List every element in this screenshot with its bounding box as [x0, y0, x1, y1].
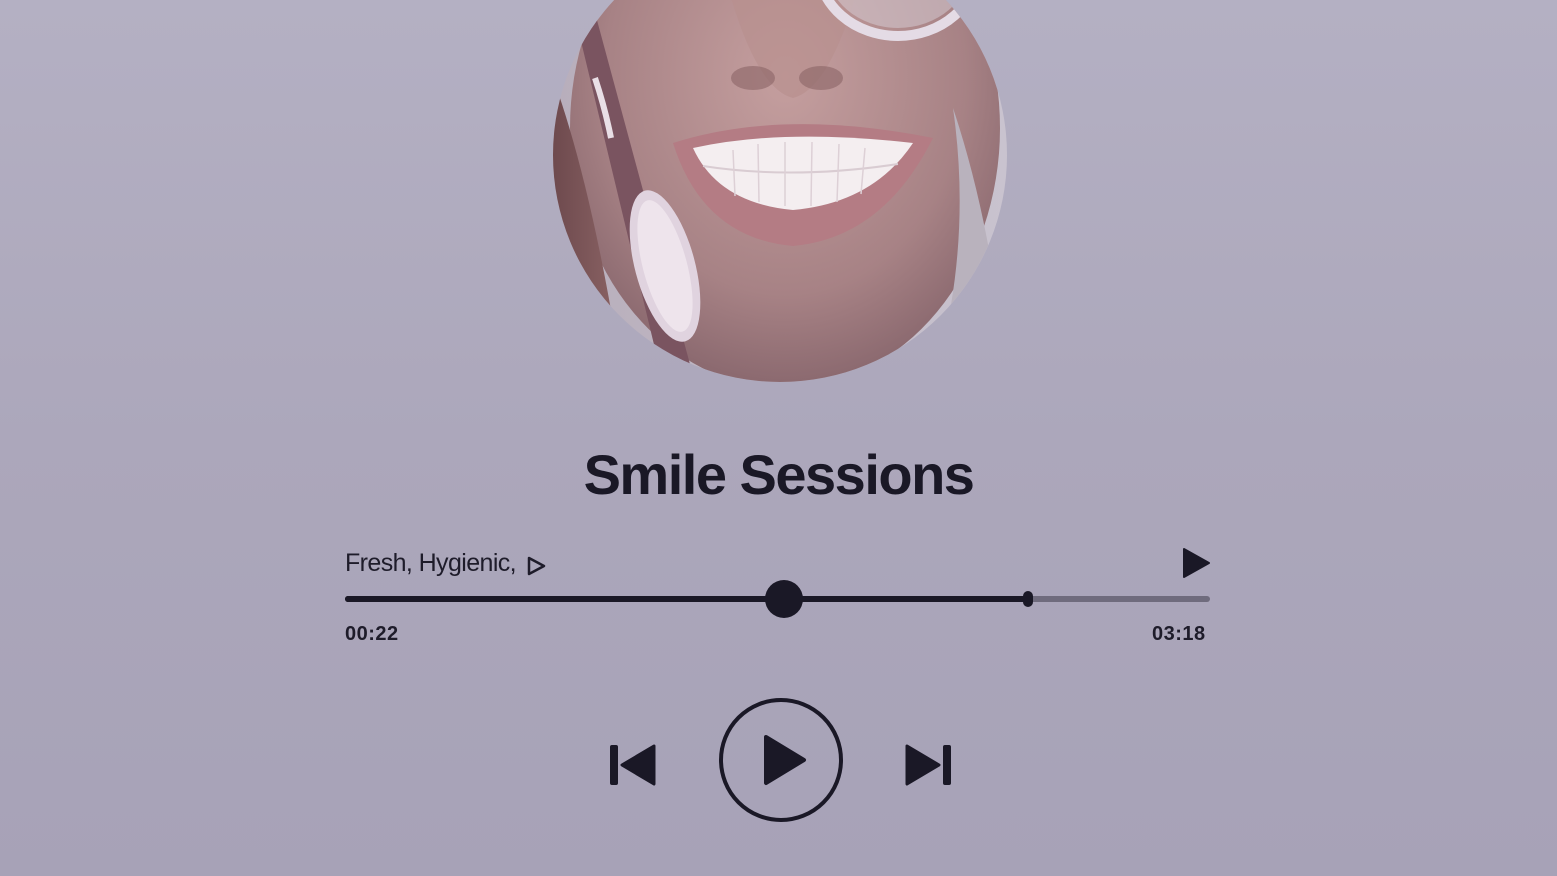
buffer-marker: [1023, 591, 1034, 607]
elapsed-time: 00:22: [345, 623, 399, 645]
skip-previous-icon[interactable]: [606, 741, 658, 789]
progress-played: [345, 596, 784, 602]
album-art: [553, 0, 1007, 382]
play-icon[interactable]: [1180, 546, 1212, 580]
total-time: 03:18: [1152, 623, 1206, 645]
play-circle-icon[interactable]: [716, 695, 846, 825]
small-play-icon[interactable]: [526, 554, 546, 575]
progress-knob[interactable]: [764, 580, 803, 618]
progress-bar[interactable]: [345, 580, 1210, 618]
subtitle-text: Fresh, Hygienic,: [345, 549, 517, 577]
track-title: Smile Sessions: [583, 443, 975, 506]
track-subtitle: Fresh, Hygienic,: [345, 549, 546, 578]
skip-next-icon[interactable]: [903, 741, 955, 789]
